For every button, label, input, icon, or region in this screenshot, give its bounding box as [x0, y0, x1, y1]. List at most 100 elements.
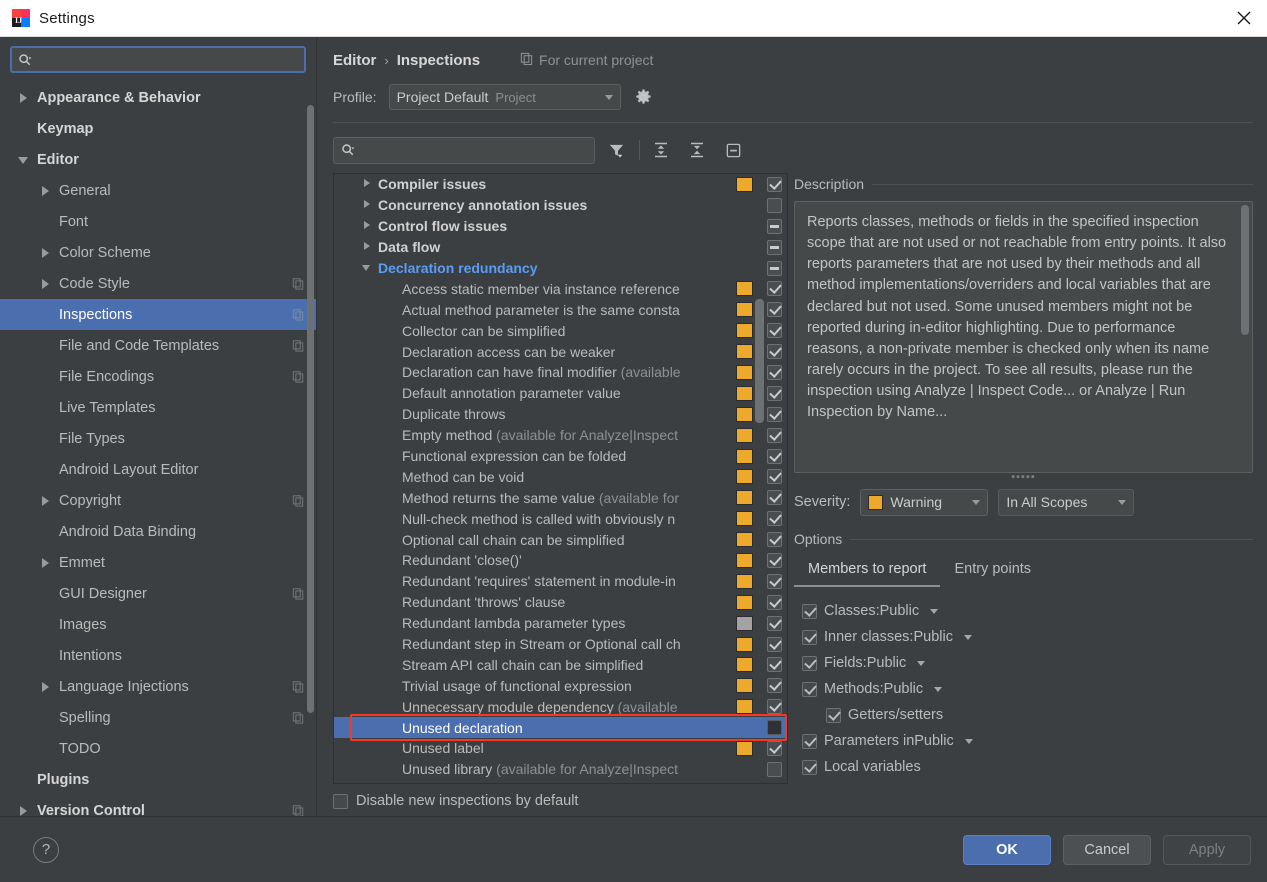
sidebar-item-intentions[interactable]: Intentions: [0, 640, 316, 671]
inspection-enabled-checkbox[interactable]: [767, 637, 782, 652]
severity-combobox[interactable]: Warning: [860, 489, 988, 516]
sidebar-item-inspections[interactable]: Inspections: [0, 299, 316, 330]
inspection-row[interactable]: Method returns the same value (available…: [334, 487, 787, 508]
inspection-enabled-checkbox[interactable]: [767, 574, 782, 589]
inspection-group-row[interactable]: Control flow issues: [334, 216, 787, 237]
inspection-row[interactable]: Trivial usage of functional expression: [334, 675, 787, 696]
inspection-row[interactable]: Unused label: [334, 738, 787, 759]
inspection-enabled-checkbox[interactable]: [767, 449, 782, 464]
option-checkbox[interactable]: [826, 708, 841, 723]
severity-swatch[interactable]: [736, 616, 753, 631]
help-button[interactable]: ?: [33, 837, 59, 863]
sidebar-item-live-templates[interactable]: Live Templates: [0, 392, 316, 423]
disable-new-inspections-row[interactable]: Disable new inspections by default: [333, 786, 1253, 816]
inspection-enabled-checkbox[interactable]: [767, 428, 782, 443]
inspection-row[interactable]: Empty method (available for Analyze|Insp…: [334, 425, 787, 446]
inspection-enabled-checkbox[interactable]: [767, 177, 782, 192]
option-row[interactable]: Parameters inPublic: [794, 728, 1253, 754]
inspection-enabled-checkbox[interactable]: [767, 240, 782, 255]
inspection-search-box[interactable]: [333, 137, 595, 164]
inspection-row[interactable]: Redundant step in Stream or Optional cal…: [334, 634, 787, 655]
inspection-enabled-checkbox[interactable]: [767, 344, 782, 359]
inspection-enabled-checkbox[interactable]: [767, 595, 782, 610]
sidebar-scrollbar[interactable]: [307, 105, 314, 713]
inspection-group-row[interactable]: Data flow: [334, 237, 787, 258]
close-icon[interactable]: [1221, 0, 1267, 36]
severity-swatch[interactable]: [736, 344, 753, 359]
severity-swatch[interactable]: [736, 511, 753, 526]
chevron-right-icon[interactable]: [18, 805, 30, 817]
inspection-row[interactable]: Default annotation parameter value: [334, 383, 787, 404]
inspection-group-row[interactable]: Declaration redundancy: [334, 258, 787, 279]
inspection-row[interactable]: Redundant lambda parameter types: [334, 613, 787, 634]
inspection-row[interactable]: Functional expression can be folded: [334, 446, 787, 467]
option-checkbox[interactable]: [802, 604, 817, 619]
inspection-row[interactable]: Unused library (available for Analyze|In…: [334, 759, 787, 780]
cancel-button[interactable]: Cancel: [1063, 835, 1151, 865]
inspection-row[interactable]: Redundant 'throws' clause: [334, 592, 787, 613]
inspection-enabled-checkbox[interactable]: [767, 323, 782, 338]
chevron-down-icon[interactable]: [917, 661, 925, 666]
inspection-row[interactable]: Method can be void: [334, 466, 787, 487]
inspection-row[interactable]: Collector can be simplified: [334, 320, 787, 341]
inspection-row[interactable]: Redundant 'requires' statement in module…: [334, 571, 787, 592]
sidebar-item-file-encodings[interactable]: File Encodings: [0, 361, 316, 392]
option-checkbox[interactable]: [802, 760, 817, 775]
splitter-grip[interactable]: ▪▪▪▪▪: [794, 473, 1253, 486]
sidebar-item-keymap[interactable]: Keymap: [0, 113, 316, 144]
scope-combobox[interactable]: In All Scopes: [998, 489, 1134, 516]
sidebar-item-file-types[interactable]: File Types: [0, 423, 316, 454]
chevron-down-icon[interactable]: [18, 154, 30, 166]
severity-swatch[interactable]: [736, 699, 753, 714]
sidebar-item-android-data-binding[interactable]: Android Data Binding: [0, 516, 316, 547]
option-row[interactable]: Fields:Public: [794, 650, 1253, 676]
inspection-enabled-checkbox[interactable]: [767, 281, 782, 296]
severity-swatch[interactable]: [736, 469, 753, 484]
chevron-right-icon[interactable]: [40, 185, 52, 197]
option-checkbox[interactable]: [802, 630, 817, 645]
inspection-enabled-checkbox[interactable]: [767, 657, 782, 672]
inspection-row[interactable]: Unnecessary module dependency (available: [334, 696, 787, 717]
option-checkbox[interactable]: [802, 682, 817, 697]
sidebar-search-input[interactable]: [36, 48, 298, 71]
chevron-down-icon[interactable]: [964, 635, 972, 640]
severity-swatch[interactable]: [736, 637, 753, 652]
inspection-enabled-checkbox[interactable]: [767, 616, 782, 631]
option-checkbox[interactable]: [802, 656, 817, 671]
chevron-right-icon[interactable]: [40, 495, 52, 507]
gear-icon[interactable]: [633, 86, 655, 108]
chevron-right-icon[interactable]: [360, 199, 374, 211]
inspection-search-input[interactable]: [359, 138, 587, 163]
inspection-group-row[interactable]: Concurrency annotation issues: [334, 195, 787, 216]
inspection-enabled-checkbox[interactable]: [767, 407, 782, 422]
inspection-enabled-checkbox[interactable]: [767, 365, 782, 380]
severity-swatch[interactable]: [736, 449, 753, 464]
severity-swatch[interactable]: [736, 365, 753, 380]
inspection-row[interactable]: Unused declaration: [334, 717, 787, 738]
chevron-down-icon[interactable]: [360, 262, 374, 274]
apply-button[interactable]: Apply: [1163, 835, 1251, 865]
description-scrollbar[interactable]: [1241, 205, 1249, 335]
ok-button[interactable]: OK: [963, 835, 1051, 865]
option-row[interactable]: Inner classes:Public: [794, 624, 1253, 650]
inspection-enabled-checkbox[interactable]: [767, 302, 782, 317]
chevron-right-icon[interactable]: [360, 241, 374, 253]
sidebar-item-font[interactable]: Font: [0, 206, 316, 237]
option-checkbox[interactable]: [802, 734, 817, 749]
severity-swatch[interactable]: [736, 574, 753, 589]
sidebar-item-editor[interactable]: Editor: [0, 144, 316, 175]
sidebar-item-images[interactable]: Images: [0, 609, 316, 640]
inspection-tree-panel[interactable]: Compiler issuesConcurrency annotation is…: [333, 173, 788, 784]
chevron-right-icon[interactable]: [40, 278, 52, 290]
breadcrumb-parent[interactable]: Editor: [333, 52, 376, 69]
inspection-group-row[interactable]: Compiler issues: [334, 174, 787, 195]
sidebar-item-language-injections[interactable]: Language Injections: [0, 671, 316, 702]
chevron-down-icon[interactable]: [934, 687, 942, 692]
severity-swatch[interactable]: [736, 553, 753, 568]
severity-swatch[interactable]: [736, 741, 753, 756]
inspection-row[interactable]: Declaration access can be weaker: [334, 341, 787, 362]
inspection-tree-scrollbar[interactable]: [755, 299, 764, 423]
sidebar-item-version-control[interactable]: Version Control: [0, 795, 316, 816]
options-tabs[interactable]: Members to reportEntry points: [794, 554, 1253, 588]
severity-swatch[interactable]: [736, 428, 753, 443]
